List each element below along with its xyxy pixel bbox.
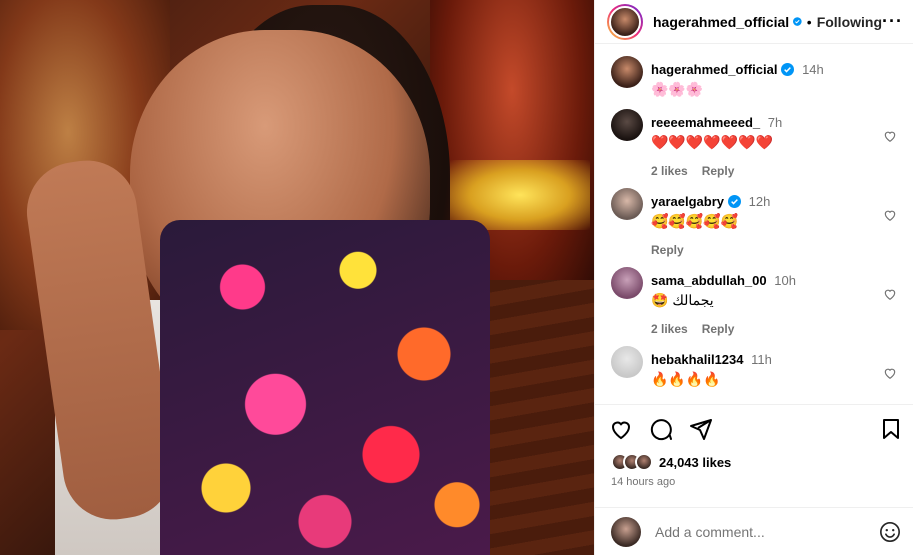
comment-header: yaraelgabry 12h <box>651 194 901 209</box>
separator-dot: • <box>806 13 812 30</box>
post-actions <box>595 404 913 452</box>
comment-like-heart-icon[interactable] <box>883 208 897 222</box>
commenter-username[interactable]: reeeemahmeeed_ <box>651 115 760 130</box>
commenter-username[interactable]: sama_abdullah_00 <box>651 273 767 288</box>
commenter-username[interactable]: hebakhalil1234 <box>651 352 744 367</box>
commenter-avatar[interactable] <box>611 56 643 88</box>
following-button[interactable]: Following <box>817 14 882 30</box>
comment-like-heart-icon[interactable] <box>883 366 897 380</box>
comment-header: sama_abdullah_00 10h <box>651 273 901 288</box>
comment-text: 🌸🌸🌸 <box>651 81 704 97</box>
current-user-avatar <box>611 516 641 547</box>
comment-meta: 2 likes Reply <box>651 322 901 336</box>
comment-text: ❤️❤️❤️❤️❤️❤️❤️ <box>651 134 774 150</box>
commenter-avatar[interactable] <box>611 267 643 299</box>
comment-like-heart-icon[interactable] <box>883 129 897 143</box>
commenter-avatar[interactable] <box>611 188 643 220</box>
comment-item: reeeemahmeeed_ 7h ❤️❤️❤️❤️❤️❤️❤️ 2 likes… <box>611 109 901 178</box>
comment-text: 🥰🥰🥰🥰🥰 <box>651 213 739 229</box>
comment-body: hebakhalil1234 11h 🔥🔥🔥🔥 <box>651 346 901 389</box>
comment-item: hebakhalil1234 11h 🔥🔥🔥🔥 <box>611 346 901 389</box>
comment-body: yaraelgabry 12h 🥰🥰🥰🥰🥰 Reply <box>651 188 901 257</box>
emoji-picker-icon[interactable] <box>879 521 901 543</box>
comment-meta: 2 likes Reply <box>651 164 901 178</box>
comment-text: 🔥🔥🔥🔥 <box>651 371 721 387</box>
comment-body: sama_abdullah_00 10h 🤩 يجمالك 2 likes Rep… <box>651 267 901 336</box>
comment-like-heart-icon[interactable] <box>883 287 897 301</box>
comment-item: yaraelgabry 12h 🥰🥰🥰🥰🥰 Reply <box>611 188 901 257</box>
bookmark-icon[interactable] <box>879 417 903 441</box>
comment-body: reeeemahmeeed_ 7h ❤️❤️❤️❤️❤️❤️❤️ 2 likes… <box>651 109 901 178</box>
likes-count[interactable]: 24,043 likes <box>659 455 731 470</box>
commenter-username[interactable]: yaraelgabry <box>651 194 724 209</box>
comments-list[interactable]: hagerahmed_official 14h 🌸🌸🌸 reeeemahmeee… <box>595 44 913 404</box>
add-comment-input[interactable] <box>655 523 879 540</box>
commenter-avatar[interactable] <box>611 346 643 378</box>
comment-header: reeeemahmeeed_ 7h <box>651 115 901 130</box>
photo-floral-dress <box>160 220 490 555</box>
comment-item: hagerahmed_official 14h 🌸🌸🌸 <box>611 56 901 99</box>
like-heart-icon[interactable] <box>609 417 633 441</box>
comment-likes[interactable]: 2 likes <box>651 322 688 336</box>
author-avatar[interactable] <box>607 3 643 40</box>
comment-time[interactable]: 11h <box>751 352 772 367</box>
commenter-username[interactable]: hagerahmed_official <box>651 62 777 77</box>
author-username[interactable]: hagerahmed_official <box>653 14 789 30</box>
comment-likes[interactable]: 2 likes <box>651 164 688 178</box>
reply-button[interactable]: Reply <box>651 243 684 257</box>
verified-badge-icon <box>793 17 802 26</box>
add-comment-bar <box>595 507 913 555</box>
reply-button[interactable]: Reply <box>702 164 735 178</box>
liker-avatar <box>635 453 653 471</box>
likes-row[interactable]: 24,043 likes <box>595 452 913 472</box>
share-icon[interactable] <box>689 417 713 441</box>
comment-item: sama_abdullah_00 10h 🤩 يجمالك 2 likes Rep… <box>611 267 901 336</box>
comment-icon[interactable] <box>649 417 673 441</box>
post-photo[interactable] <box>0 0 594 555</box>
comment-time[interactable]: 7h <box>768 115 782 130</box>
comment-time[interactable]: 12h <box>749 194 771 209</box>
post-header: hagerahmed_official • Following ··· <box>595 0 913 44</box>
post-timestamp: 14 hours ago <box>611 476 676 488</box>
comment-time[interactable]: 14h <box>802 62 824 77</box>
post-modal: hagerahmed_official • Following ··· hage… <box>0 0 913 555</box>
verified-badge-icon <box>781 63 795 76</box>
post-sidebar: hagerahmed_official • Following ··· hage… <box>594 0 913 555</box>
comment-meta: Reply <box>651 243 901 257</box>
verified-badge-icon <box>728 195 741 208</box>
comment-time[interactable]: 10h <box>774 273 796 288</box>
more-options-icon[interactable]: ··· <box>882 11 903 32</box>
comment-body: hagerahmed_official 14h 🌸🌸🌸 <box>651 56 901 99</box>
comment-header: hebakhalil1234 11h <box>651 352 901 367</box>
comment-header: hagerahmed_official 14h <box>651 62 901 77</box>
comment-text: 🤩 يجمالك <box>651 292 714 308</box>
commenter-avatar[interactable] <box>611 109 643 141</box>
reply-button[interactable]: Reply <box>702 322 735 336</box>
